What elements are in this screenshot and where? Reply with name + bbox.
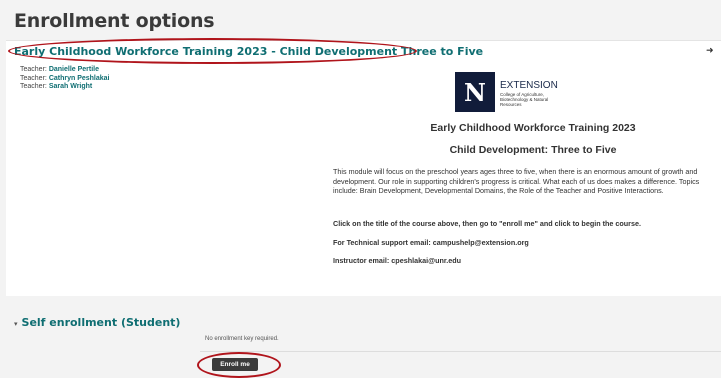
extension-logo-text: EXTENSION College of Agriculture, Biotec… bbox=[500, 80, 570, 107]
teacher-role: Teacher: bbox=[20, 83, 47, 90]
enrol-arrow-icon[interactable]: ➜ bbox=[706, 45, 714, 56]
logo-line-1: EXTENSION bbox=[500, 80, 558, 91]
summary-heading-2: Child Development: Three to Five bbox=[449, 144, 617, 156]
enroll-me-button[interactable]: Enroll me bbox=[212, 358, 258, 371]
teacher-link[interactable]: Cathryn Peshlakai bbox=[49, 75, 110, 82]
page-title: Enrollment options bbox=[14, 10, 215, 32]
summary-heading-1: Early Childhood Workforce Training 2023 bbox=[430, 122, 636, 134]
logo-letter: N bbox=[464, 77, 486, 107]
course-instruction: Click on the title of the course above, … bbox=[333, 219, 641, 228]
course-description: This module will focus on the preschool … bbox=[333, 167, 700, 195]
extension-logo: N bbox=[455, 72, 495, 112]
tech-support-email: For Technical support email: campushelp@… bbox=[333, 238, 529, 247]
teacher-role: Teacher: bbox=[20, 74, 47, 82]
teacher-link[interactable]: Sarah Wright bbox=[49, 83, 92, 90]
teacher-role: Teacher: bbox=[20, 66, 47, 73]
no-key-notice: No enrollment key required. bbox=[205, 336, 279, 342]
self-enrolment-header[interactable]: ▾ Self enrollment (Student) bbox=[14, 316, 180, 329]
teacher-list: Teacher: Danielle Pertile Teacher: Cathr… bbox=[20, 66, 110, 92]
teacher-entry: Teacher: Danielle Pertile bbox=[20, 66, 110, 75]
teacher-entry: Teacher: Cathryn Peshlakai bbox=[20, 75, 110, 84]
course-title-link[interactable]: Early Childhood Workforce Training 2023 … bbox=[14, 45, 483, 58]
self-enrolment-title: Self enrollment (Student) bbox=[21, 316, 181, 329]
logo-line-2: College of Agriculture, Biotechnology & … bbox=[500, 92, 549, 107]
teacher-link[interactable]: Danielle Pertile bbox=[49, 66, 99, 73]
teacher-entry: Teacher: Sarah Wright bbox=[20, 83, 110, 92]
chevron-down-icon: ▾ bbox=[14, 320, 18, 328]
form-divider bbox=[200, 351, 721, 352]
instructor-email: Instructor email: cpeshlakai@unr.edu bbox=[333, 256, 462, 265]
